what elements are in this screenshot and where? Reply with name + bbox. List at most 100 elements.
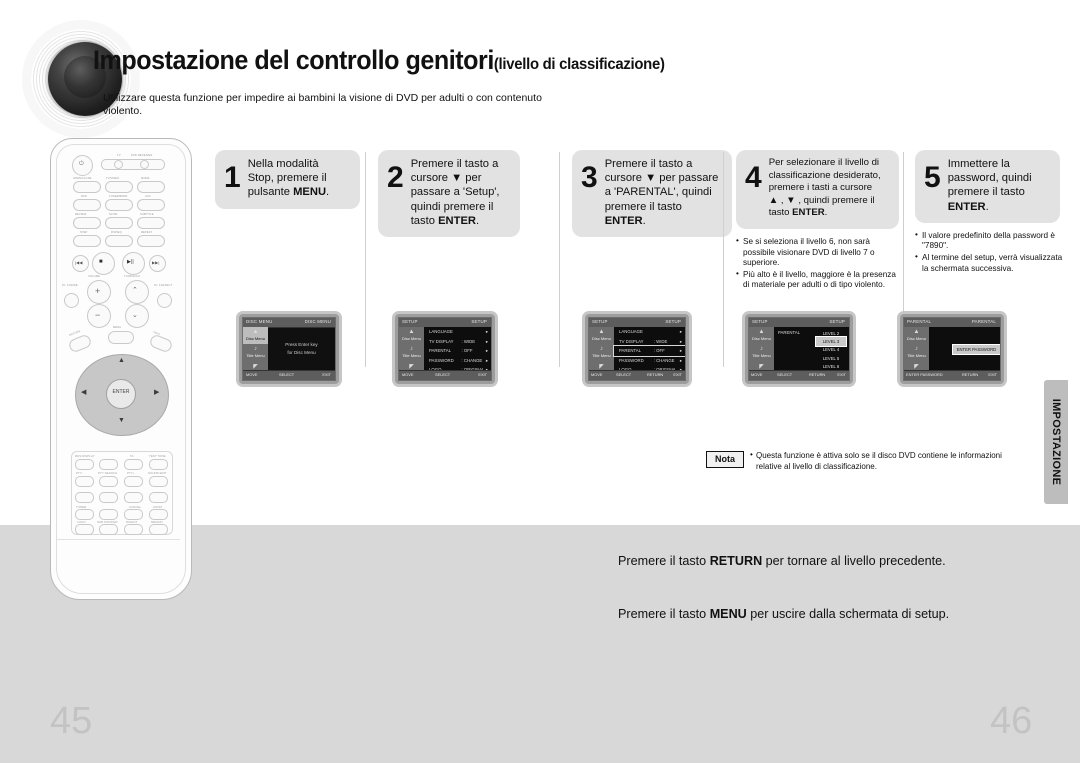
step-column-5: 5 Immettere la password, quindi premere … — [915, 150, 1062, 275]
step-column-1: 1 Nella modalità Stop, premere il pulsan… — [215, 150, 360, 209]
osd-bottom-bar: MOVE SELECT RETURN EXIT — [589, 370, 685, 380]
remote-key-9 — [124, 492, 143, 503]
osd-sidebar-label: Title Menu — [592, 353, 611, 358]
step-5-bullets: Il valore predefinito della password è "… — [915, 230, 1070, 274]
note-text: Questa funzione è attiva solo se il disc… — [750, 450, 1022, 472]
osd-password-prompt: ENTER PASSWORD — [951, 343, 1000, 355]
osd-sidebar-item-title-menu: ♪ Title Menu — [904, 344, 929, 361]
key-name: MENU — [293, 186, 327, 199]
osd-4: SETUP SETUP ▲Disc Menu ♪Title Menu ◤Audi… — [748, 317, 850, 381]
remote-label-plii-mode: P.L II MODE — [62, 284, 78, 287]
remote-label-test-tone: TEST TONE — [149, 454, 166, 458]
remote-key-2 — [99, 459, 118, 470]
osd-sidebar-label: Title Menu — [907, 353, 926, 358]
title-menu-icon: ♪ — [600, 346, 603, 352]
remote-label-slow: SLOW — [109, 213, 118, 216]
osd-title-left: SETUP — [402, 319, 418, 324]
remote-label-pty-plus: PTY+ — [127, 471, 135, 475]
osd-hint: EXIT — [322, 372, 331, 378]
remote-dvd-button — [73, 199, 101, 211]
osd-sidebar-item-disc-menu: ▲ Disc Menu — [399, 327, 424, 344]
speaker-icon: ◤ — [599, 364, 604, 370]
tv-screen-3: SETUP SETUP ▲Disc Menu ♪Title Menu ◤Audi… — [582, 311, 692, 387]
osd-sidebar: ▲Disc Menu ♪Title Menu ◤Audio ✿Setup — [399, 327, 424, 380]
chevron-right-icon: ▸ — [485, 338, 488, 344]
osd-hint: MOVE — [591, 372, 603, 378]
remote-bottom-divider — [56, 539, 180, 540]
osd-row-name: PASSWORD — [619, 357, 644, 363]
chevron-right-icon: ▸ — [679, 329, 682, 335]
column-divider — [723, 152, 724, 367]
remote-key-cancel — [149, 492, 168, 503]
osd-row-value: : CHANGE — [461, 357, 483, 363]
key-name: MENU — [709, 607, 747, 621]
step-text-line: ENTER. — [604, 214, 646, 227]
osd-hint: EXIT — [478, 372, 487, 378]
step-column-3: 3 Premere il tasto a cursore ▼ per passa… — [572, 150, 732, 238]
remote-key-1 — [75, 459, 94, 470]
tip-text-post: per tornare al livello precedente. — [762, 554, 946, 568]
osd-sidebar-label: Disc Menu — [592, 336, 611, 341]
step-text-line: Per selezionare il livello di — [768, 157, 880, 168]
osd-setup-list: LANGUAGE ▸ TV DISPLAY: WIDE ▸ PARENTAL: OF… — [613, 327, 685, 380]
remote-menu-button — [108, 331, 134, 344]
osd-row-name: LANGUAGE — [429, 329, 453, 335]
dpad-enter-button: ENTER — [106, 379, 136, 409]
step-text-line: passare a 'Setup', — [410, 186, 500, 199]
osd-sidebar-item-title-menu: ♪ Title Menu — [399, 344, 424, 361]
speaker-icon: ◤ — [759, 364, 764, 370]
plus-icon: + — [95, 286, 101, 296]
speaker-logo-icon — [22, 20, 140, 138]
title-menu-icon: ♪ — [760, 346, 763, 352]
remote-slow-button — [105, 217, 133, 229]
remote-subtitle-button — [137, 217, 165, 229]
key-name: ENTER — [792, 207, 825, 219]
disc-menu-icon: ▲ — [758, 329, 765, 335]
osd-setup-list: LANGUAGE ▸ TV DISPLAY: WIDE ▸ PARENTAL: OF… — [424, 327, 491, 380]
osd-level-item-selected: LEVEL 3 — [815, 336, 847, 347]
osd-row-language: LANGUAGE ▸ — [424, 327, 491, 337]
remote-dpad: ▲ ▼ ◀ ▶ ENTER — [75, 354, 169, 436]
remote-dvd-indicator — [140, 160, 149, 169]
remote-device-selector — [101, 159, 165, 170]
setup-gear-icon: ✿ — [409, 380, 414, 381]
bullet-item: Il valore predefinito della password è "… — [915, 230, 1070, 252]
chevron-right-icon: ▸ — [679, 357, 682, 363]
osd-bottom-bar: MOVE SELECT EXIT — [399, 370, 491, 380]
remote-key-cancel-2 — [124, 509, 143, 520]
page-number-right: 46 — [990, 700, 1033, 742]
step-text-line: Stop, premere il — [247, 172, 327, 185]
tv-screen-5: PARENTAL PARENTAL ▲ Disc Menu ♪ Title Menu… — [897, 311, 1007, 387]
page-title-sub: (livello di classificazione) — [493, 56, 665, 73]
remote-key-subwoofer — [99, 524, 118, 535]
step-box-5: 5 Immettere la password, quindi premere … — [915, 150, 1060, 223]
setup-gear-icon: ✿ — [253, 380, 258, 381]
osd-title-left: DISC MENU — [246, 319, 273, 324]
chevron-right-icon: ▸ — [679, 338, 682, 344]
remote-label-dvd-receiver: DVD RECEIVER — [131, 154, 153, 157]
osd-title-right: SETUP — [665, 319, 681, 324]
osd-sidebar: ▲Disc Menu ♪Title Menu ◤Audio ✿Setup — [243, 327, 268, 375]
osd-hint: MOVE — [751, 372, 763, 378]
osd-hint: SELECT — [777, 372, 793, 378]
osd-password-panel: ENTER PASSWORD — [929, 327, 1000, 371]
step-column-2: 2 Premere il tasto a cursore ▼ per passa… — [378, 150, 520, 238]
osd-field-label-parental: PARENTAL — [778, 330, 801, 335]
setup-gear-icon: ✿ — [914, 380, 919, 381]
page-header: Impostazione del controllo genitori(live… — [0, 0, 1080, 140]
osd-bottom-bar: MOVE SELECT RETURN EXIT — [749, 370, 849, 380]
remote-label-subtitle: SUBTITLE — [140, 213, 154, 216]
osd-sidebar-label: Disc Menu — [246, 336, 265, 341]
remote-key-remain — [149, 524, 168, 535]
osd-hint: EXIT — [988, 372, 997, 378]
step-text-line: ▲ , ▼ , quindi premere il — [768, 194, 875, 206]
remote-label-rds-display: RDS DISPLAY — [75, 454, 95, 458]
osd-row-value: : CHANGE — [653, 357, 675, 363]
step-column-4: 4 Per selezionare il livello di classifi… — [736, 150, 899, 292]
step-text-line: Immettere la — [947, 158, 1010, 170]
remote-key-sound-edit — [149, 476, 168, 487]
osd-row-name: TV DISPLAY — [429, 338, 454, 344]
remote-plii-effect-button — [157, 293, 172, 308]
chevron-up-icon: ⌃ — [132, 287, 138, 294]
osd-row-tv-display: TV DISPLAY: WIDE ▸ — [614, 337, 685, 347]
